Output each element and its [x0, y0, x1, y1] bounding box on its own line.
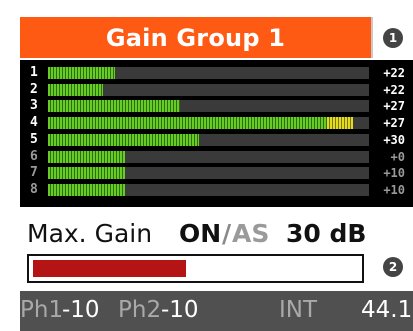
channel-level-meter [48, 83, 369, 96]
header: Gain Group 1 1 [0, 0, 413, 60]
channel-gain-value: +10 [383, 182, 405, 197]
phantom-1-label: Ph1 [20, 297, 64, 323]
channel-level-meter [48, 100, 369, 113]
max-gain-label: Max. Gain [27, 219, 153, 248]
channel-level-meter [48, 133, 369, 146]
channel-level-meter [48, 117, 369, 130]
channel-level-fill [48, 150, 125, 163]
number-2-badge-icon: 2 [383, 257, 403, 277]
channel-number: 4 [30, 115, 38, 131]
channel-gain-value: +0 [390, 149, 405, 164]
gain-on-toggle[interactable]: ON [179, 219, 221, 248]
channel-number: 1 [30, 65, 38, 80]
gain-as-toggle[interactable]: AS [232, 219, 269, 248]
max-gain-section: Max. Gain ON / AS 30 dB 2 [20, 207, 413, 291]
channel-level-fill [48, 83, 103, 96]
channel-gain-value: +30 [383, 132, 405, 147]
channel-number: 7 [30, 165, 38, 181]
number-1-badge-icon: 1 [383, 28, 403, 48]
channel-number: 5 [30, 131, 38, 147]
sample-rate-value: 44.1 [361, 297, 413, 323]
channel-meter-row[interactable]: 7 +10 [20, 165, 413, 181]
channel-gain-value: +22 [383, 66, 405, 80]
channel-level-meter [48, 183, 369, 196]
phantom-1-value[interactable]: -10 [62, 297, 100, 323]
channel-gain-value: +27 [383, 116, 405, 131]
channel-meter-row[interactable]: 1 +22 [20, 65, 413, 80]
channel-meter-row[interactable]: 3 +27 [20, 98, 413, 114]
channel-peak-fill [327, 117, 353, 130]
channel-level-fill [48, 117, 327, 130]
max-gain-bar[interactable] [27, 254, 364, 283]
gain-mode-separator: / [222, 219, 232, 248]
channel-gain-value: +27 [383, 99, 405, 114]
channel-number: 8 [30, 181, 38, 197]
channel-meter-row[interactable]: 2 +22 [20, 81, 413, 97]
channel-number: 6 [30, 148, 38, 164]
phantom-2-value[interactable]: -10 [161, 297, 199, 323]
channel-number: 3 [30, 98, 38, 114]
channel-gain-value: +22 [383, 82, 405, 97]
channel-level-meter [48, 150, 369, 163]
channel-level-fill [48, 100, 180, 113]
channel-level-fill [48, 133, 199, 146]
channel-level-fill [48, 167, 125, 180]
channel-level-fill [48, 67, 115, 79]
channel-meter-row[interactable]: 5 +30 [20, 131, 413, 147]
channel-gain-value: +10 [383, 166, 405, 181]
channel-meter-row[interactable]: 8 +10 [20, 181, 413, 197]
clock-source-label[interactable]: INT [279, 297, 317, 323]
channel-number: 2 [30, 81, 38, 97]
max-gain-bar-fill [33, 260, 186, 277]
channel-level-meter [48, 67, 369, 79]
channel-meter-row[interactable]: 6 +0 [20, 148, 413, 164]
gain-group-title: Gain Group 1 [105, 23, 286, 52]
status-footer: Ph1 -10 Ph2 -10 INT 44.1 [20, 291, 413, 331]
max-gain-value[interactable]: 30 dB [286, 219, 366, 248]
channel-level-meter [48, 167, 369, 180]
gain-group-title-bar[interactable]: Gain Group 1 [20, 17, 373, 58]
channel-meter-row[interactable]: 4 +27 [20, 115, 413, 131]
phantom-2-label: Ph2 [118, 297, 162, 323]
channel-level-fill [48, 183, 125, 196]
channel-meter-panel: 1 +22 2 +22 3 +27 4 +27 5 +30 6 +0 7 +10 8 +10 [20, 60, 413, 207]
